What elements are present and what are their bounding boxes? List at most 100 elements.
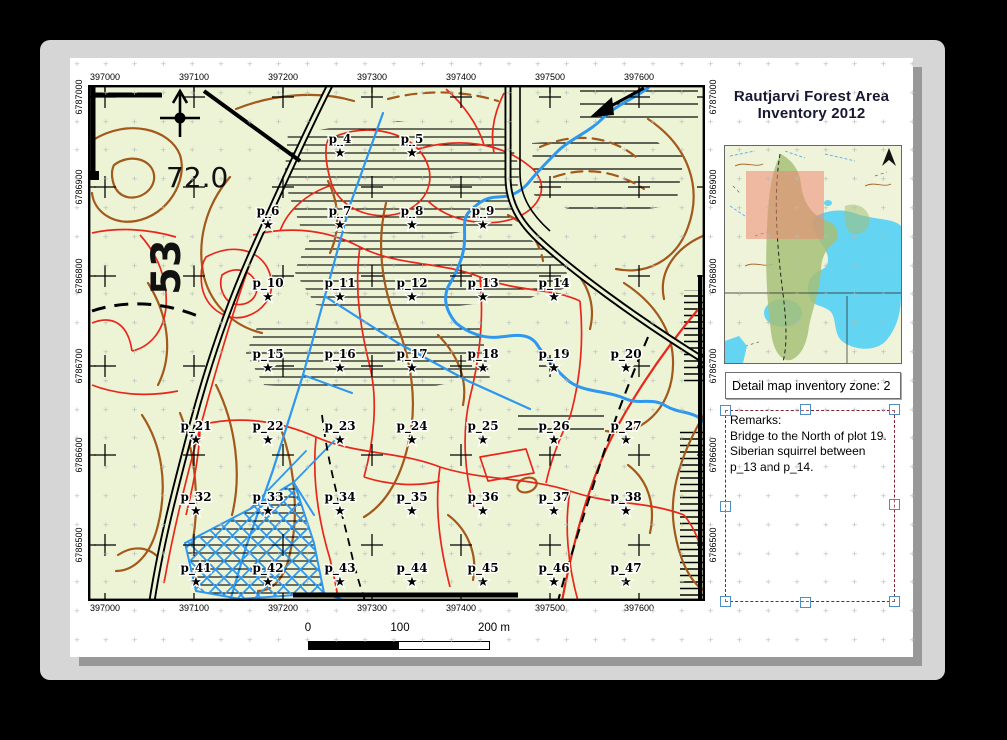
title-line-1: Rautjarvi Forest Area xyxy=(710,88,913,105)
plot-star-marker: ★ xyxy=(262,504,274,519)
plot-label: p_23 xyxy=(324,419,355,434)
plot-label: p_36 xyxy=(467,490,498,505)
grid-coordinate-label: 6786600 xyxy=(74,437,84,472)
overview-corner-lake xyxy=(725,336,747,363)
plot-star-marker: ★ xyxy=(262,433,274,448)
overview-forest-patch xyxy=(844,204,869,234)
selection-handle-bc[interactable] xyxy=(800,597,811,608)
plot-star-marker: ★ xyxy=(334,218,346,233)
plot-star-marker: ★ xyxy=(620,361,632,376)
title-line-2: Inventory 2012 xyxy=(710,105,913,122)
main-map-item[interactable]: 72.053 p_4★p_5★p_6★p_7★p_8★p_9★p_10★p_11… xyxy=(88,85,705,601)
plot-label: p_35 xyxy=(396,490,427,505)
plot-label: p_10 xyxy=(252,276,283,291)
plot-label: p_32 xyxy=(180,490,211,505)
plot-star-marker: ★ xyxy=(548,361,560,376)
grid-coordinate-label: 6786800 xyxy=(708,258,718,293)
grid-coordinate-label: 397100 xyxy=(179,603,209,613)
plot-label: p_43 xyxy=(324,561,355,576)
remarks-line-2: Bridge to the North of plot 19. xyxy=(730,429,894,445)
grid-coordinate-label: 6786900 xyxy=(708,169,718,204)
plot-star-marker: ★ xyxy=(406,146,418,161)
plot-star-marker: ★ xyxy=(406,361,418,376)
plot-star-marker: ★ xyxy=(190,575,202,590)
plot-label: p_13 xyxy=(467,276,498,291)
remarks-item[interactable]: Remarks: Bridge to the North of plot 19.… xyxy=(725,410,895,602)
plot-star-marker: ★ xyxy=(548,504,560,519)
main-map-canvas: 72.053 p_4★p_5★p_6★p_7★p_8★p_9★p_10★p_11… xyxy=(88,85,705,601)
plot-star-marker: ★ xyxy=(334,290,346,305)
plot-label: p_14 xyxy=(538,276,569,291)
grid-coordinate-label: 397200 xyxy=(268,72,298,82)
plot-star-marker: ★ xyxy=(262,575,274,590)
plot-star-marker: ★ xyxy=(477,290,489,305)
selection-handle-tc[interactable] xyxy=(800,404,811,415)
plot-star-marker: ★ xyxy=(406,504,418,519)
overview-map-item[interactable] xyxy=(724,145,902,364)
scalebar-segment xyxy=(398,641,490,650)
plot-star-marker: ★ xyxy=(620,504,632,519)
grid-coordinate-label: 397500 xyxy=(535,72,565,82)
grid-coordinate-label: 397600 xyxy=(624,603,654,613)
plot-label: p_8 xyxy=(401,204,424,219)
plot-label: p_20 xyxy=(610,347,641,362)
plot-star-marker: ★ xyxy=(334,361,346,376)
map-title[interactable]: Rautjarvi Forest Area Inventory 2012 xyxy=(710,88,913,122)
plot-star-marker: ★ xyxy=(406,290,418,305)
selection-handle-mr[interactable] xyxy=(889,499,900,510)
plot-label: p_12 xyxy=(396,276,427,291)
plot-label: p_44 xyxy=(396,561,427,576)
selection-handle-ml[interactable] xyxy=(720,501,731,512)
plot-star-marker: ★ xyxy=(334,433,346,448)
grid-coordinate-label: 397500 xyxy=(535,603,565,613)
detail-zone-label-item[interactable]: Detail map inventory zone: 2 xyxy=(725,372,901,399)
map-annotation: 53 xyxy=(144,239,190,295)
grid-coordinate-label: 6786900 xyxy=(74,169,84,204)
scalebar-label: 0 xyxy=(305,622,311,634)
plot-label: p_46 xyxy=(538,561,569,576)
plot-star-marker: ★ xyxy=(477,575,489,590)
plot-star-marker: ★ xyxy=(406,575,418,590)
plot-star-marker: ★ xyxy=(190,433,202,448)
plot-star-marker: ★ xyxy=(262,218,274,233)
layout-canvas[interactable]: 72.053 p_4★p_5★p_6★p_7★p_8★p_9★p_10★p_11… xyxy=(40,40,945,680)
grid-coordinate-label: 397000 xyxy=(90,72,120,82)
north-arrow-icon xyxy=(882,148,896,166)
plot-star-marker: ★ xyxy=(262,361,274,376)
overview-pond xyxy=(824,200,832,206)
plot-star-marker: ★ xyxy=(190,504,202,519)
grid-coordinate-label: 397300 xyxy=(357,72,387,82)
grid-coordinate-label: 6786500 xyxy=(74,527,84,562)
grid-coordinate-label: 397600 xyxy=(624,72,654,82)
plot-star-marker: ★ xyxy=(406,433,418,448)
plot-star-marker: ★ xyxy=(477,218,489,233)
plot-star-marker: ★ xyxy=(477,504,489,519)
extent-indicator xyxy=(746,171,824,239)
overview-map-canvas xyxy=(725,146,901,363)
grid-coordinate-label: 6786800 xyxy=(74,258,84,293)
plot-label: p_26 xyxy=(538,419,569,434)
selection-handle-tl[interactable] xyxy=(720,405,731,416)
scalebar-segment xyxy=(308,641,398,650)
plot-star-marker: ★ xyxy=(548,575,560,590)
plot-label: p_37 xyxy=(538,490,569,505)
grid-coordinate-label: 397100 xyxy=(179,72,209,82)
plot-label: p_6 xyxy=(257,204,280,219)
plot-label: p_24 xyxy=(396,419,427,434)
grid-coordinate-label: 397400 xyxy=(446,603,476,613)
selection-handle-br[interactable] xyxy=(889,596,900,607)
grid-coordinate-label: 6787000 xyxy=(74,79,84,114)
grid-coordinate-label: 397000 xyxy=(90,603,120,613)
plot-label: p_41 xyxy=(180,561,211,576)
selection-handle-tr[interactable] xyxy=(889,404,900,415)
remarks-line-1: Remarks: xyxy=(730,413,894,429)
plot-label: p_45 xyxy=(467,561,498,576)
plot-star-marker: ★ xyxy=(620,575,632,590)
plot-star-marker: ★ xyxy=(334,146,346,161)
plot-label: p_47 xyxy=(610,561,641,576)
plot-star-marker: ★ xyxy=(477,361,489,376)
detail-zone-text: Detail map inventory zone: 2 xyxy=(732,379,890,393)
selection-handle-bl[interactable] xyxy=(720,596,731,607)
grid-coordinate-label: 6786700 xyxy=(74,348,84,383)
plot-label: p_7 xyxy=(329,204,352,219)
